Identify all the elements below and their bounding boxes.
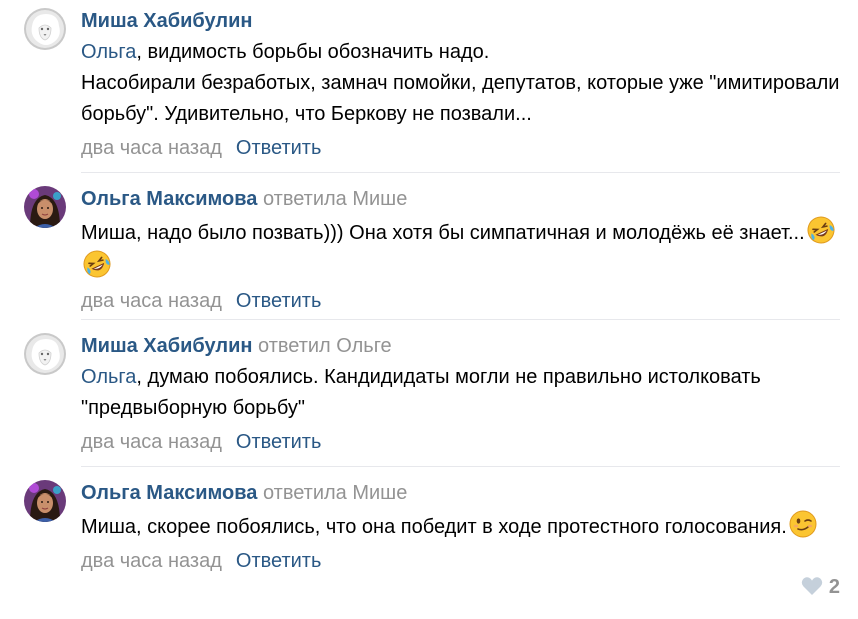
comment-header: Миша Хабибулин	[81, 8, 840, 34]
comment-text: Миша, надо было позвать))) Она хотя бы с…	[81, 215, 840, 283]
comment-text: Миша, скорее побоялись, что она победит …	[81, 509, 840, 543]
author-name[interactable]: Миша Хабибулин	[81, 10, 252, 32]
reply-button[interactable]: Ответить	[236, 290, 322, 312]
comment-content: Миша Хабибулин Ольга, видимость борьбы о…	[81, 8, 840, 161]
comment-date[interactable]: два часа назад	[81, 137, 222, 159]
comment-meta: два часа назад Ответить	[81, 429, 840, 455]
comment-divider	[81, 319, 840, 320]
reply-to-label[interactable]: ответил Ольге	[258, 335, 392, 357]
author-name[interactable]: Миша Хабибулин	[81, 335, 252, 357]
comment-text-line: Ольга, видимость борьбы обозначить надо.	[81, 37, 840, 68]
white-lion-avatar-icon[interactable]	[24, 8, 66, 50]
comment-header: Ольга Максимова ответила Мише	[81, 480, 840, 506]
comment-content: Ольга Максимова ответила Мише Миша, надо…	[81, 186, 840, 314]
heart-icon	[801, 576, 823, 596]
comment-text-fragment: Миша, надо было позвать))) Она хотя бы с…	[81, 222, 805, 244]
comment-text-line: Насобирали безработых, замнач помойки, д…	[81, 72, 840, 125]
comment-divider	[81, 172, 840, 173]
reply-to-label[interactable]: ответила Мише	[263, 482, 407, 504]
comment-thread: Миша Хабибулин Ольга, видимость борьбы о…	[0, 0, 858, 619]
comment-text-fragment: Миша, скорее побоялись, что она победит …	[81, 516, 787, 538]
reply-button[interactable]: Ответить	[236, 550, 322, 572]
mention-link[interactable]: Ольга	[81, 366, 136, 388]
reply-button[interactable]: Ответить	[236, 137, 322, 159]
comment-content: Ольга Максимова ответила Мише Миша, скор…	[81, 480, 840, 574]
comment-divider	[81, 466, 840, 467]
comment-date[interactable]: два часа назад	[81, 431, 222, 453]
author-name[interactable]: Ольга Максимова	[81, 482, 257, 504]
like-button[interactable]: 2	[801, 576, 840, 600]
woman-avatar-icon[interactable]	[24, 186, 66, 228]
rolling-on-floor-laughing-emoji	[82, 249, 112, 279]
comment-date[interactable]: два часа назад	[81, 550, 222, 572]
comment-text-fragment: , думаю побоялись. Кандидидаты могли не …	[81, 366, 761, 419]
reply-to-label[interactable]: ответила Мише	[263, 188, 407, 210]
comment-meta: два часа назад Ответить	[81, 288, 840, 314]
reply-button[interactable]: Ответить	[236, 431, 322, 453]
comment-header: Ольга Максимова ответила Мише	[81, 186, 840, 212]
comment-meta: два часа назад Ответить	[81, 135, 840, 161]
winking-face-emoji	[788, 509, 818, 539]
comment-content: Миша Хабибулин ответил Ольге Ольга, дума…	[81, 333, 840, 455]
comment-date[interactable]: два часа назад	[81, 290, 222, 312]
comment-text-fragment: , видимость борьбы обозначить надо.	[136, 41, 490, 63]
comment-header: Миша Хабибулин ответил Ольге	[81, 333, 840, 359]
author-name[interactable]: Ольга Максимова	[81, 188, 257, 210]
comment-text: Ольга, видимость борьбы обозначить надо.…	[81, 37, 840, 130]
comment-text: Ольга, думаю побоялись. Кандидидаты могл…	[81, 362, 840, 424]
like-count: 2	[828, 576, 840, 598]
woman-avatar-icon[interactable]	[24, 480, 66, 522]
comment-meta: два часа назад Ответить	[81, 548, 840, 574]
rolling-on-floor-laughing-emoji	[806, 215, 836, 245]
white-lion-avatar-icon[interactable]	[24, 333, 66, 375]
mention-link[interactable]: Ольга	[81, 41, 136, 63]
